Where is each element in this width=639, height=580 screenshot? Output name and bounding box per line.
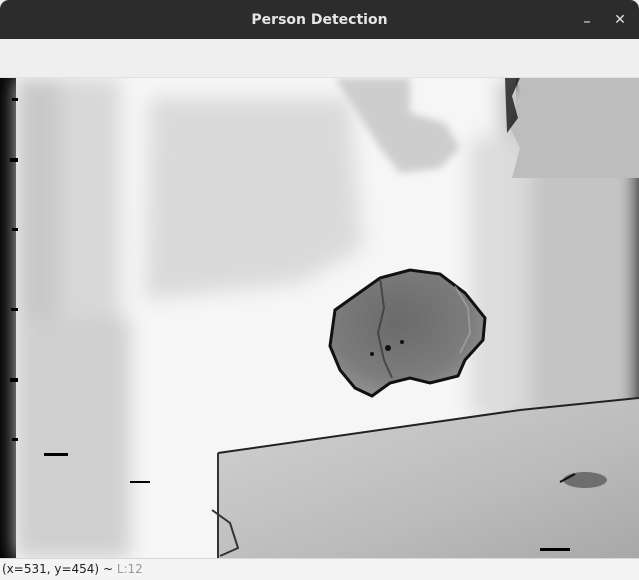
app-window: Person Detection – ✕ (x=531, y=454) ~ L:… xyxy=(0,0,639,580)
status-bar: (x=531, y=454) ~ L:12 xyxy=(0,558,639,580)
toolbar xyxy=(0,39,639,78)
window-title: Person Detection xyxy=(251,12,388,28)
pixel-value: L:12 xyxy=(116,562,143,576)
depth-image xyxy=(0,78,639,558)
left-wall-region xyxy=(16,78,130,558)
title-bar[interactable]: Person Detection – ✕ xyxy=(0,0,639,39)
close-icon[interactable]: ✕ xyxy=(608,8,632,32)
cursor-coords: (x=531, y=454) xyxy=(2,562,100,576)
depth-image-canvas[interactable] xyxy=(0,78,639,558)
minimize-icon[interactable]: – xyxy=(575,8,599,32)
status-separator: ~ xyxy=(99,562,117,576)
